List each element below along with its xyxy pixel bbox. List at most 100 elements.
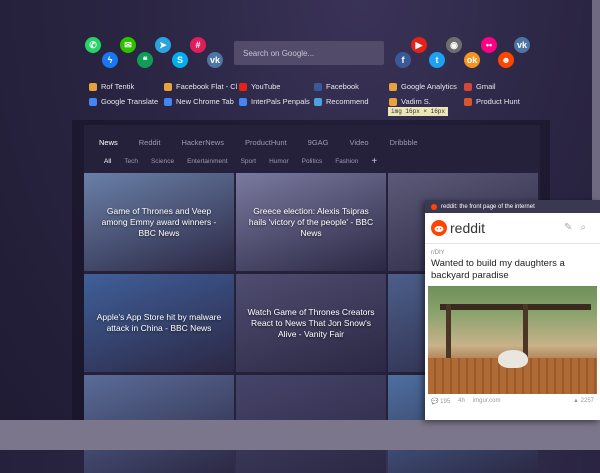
bookmark-item[interactable]: Google Analytics: [389, 82, 457, 91]
bookmark-favicon-icon: [389, 97, 397, 106]
telegram-icon[interactable]: ➤: [155, 37, 171, 53]
bookmark-label: Google Analytics: [401, 82, 457, 91]
popup-window-title: reddit: the front page of the internet: [441, 203, 535, 210]
reddit-alien-icon[interactable]: [431, 220, 447, 236]
tab-news[interactable]: News: [99, 138, 118, 147]
bookmark-item[interactable]: Product Hunt: [464, 97, 520, 106]
youtube-icon[interactable]: ▶: [411, 37, 427, 53]
search-input[interactable]: [234, 41, 384, 65]
source-tabs: News Reddit HackerNews ProductHunt 9GAG Video…: [99, 138, 439, 147]
github-icon[interactable]: ◉: [446, 37, 462, 53]
bookmark-favicon-icon: [389, 82, 397, 91]
news-tile[interactable]: Game of Thrones and Veep among Emmy awar…: [84, 173, 234, 271]
reddit-brand[interactable]: reddit: [450, 220, 485, 236]
hangouts-icon[interactable]: ❝: [137, 52, 153, 68]
tab-video[interactable]: Video: [350, 138, 369, 147]
bookmark-label: Product Hunt: [476, 97, 520, 106]
post-meta: 💬 195 4h imgur.com ▲ 2257: [425, 394, 600, 409]
bookmark-favicon-icon: [89, 97, 97, 106]
news-tile[interactable]: Apple's App Store hit by malware attack …: [84, 274, 234, 372]
facebook-icon[interactable]: f: [395, 52, 411, 68]
tab-producthunt[interactable]: ProductHunt: [245, 138, 287, 147]
news-tile[interactable]: Watch Game of Thrones Creators React to …: [236, 274, 386, 372]
bookmark-item[interactable]: Recommend: [314, 97, 369, 106]
tab-dribbble[interactable]: Dribbble: [390, 138, 418, 147]
subreddit-label[interactable]: r/DIY: [425, 244, 600, 256]
taskbar: [0, 420, 600, 450]
twitter-icon[interactable]: t: [429, 52, 445, 68]
bookmark-item[interactable]: Gmail: [464, 82, 496, 91]
filter-humor[interactable]: Humor: [269, 158, 289, 165]
odnoklassniki-icon[interactable]: ok: [464, 52, 480, 68]
search-box[interactable]: [234, 41, 384, 65]
tab-reddit[interactable]: Reddit: [139, 138, 161, 147]
bookmark-label: Facebook: [326, 82, 359, 91]
vk-icon[interactable]: vk: [514, 37, 530, 53]
bookmark-item[interactable]: Facebook Flat - Cl: [164, 82, 237, 91]
add-filter-button[interactable]: +: [371, 156, 377, 167]
filter-fashion[interactable]: Fashion: [335, 158, 358, 165]
bookmark-favicon-icon: [164, 82, 172, 91]
edit-icon[interactable]: ✎: [564, 222, 580, 233]
tab-hackernews[interactable]: HackerNews: [181, 138, 224, 147]
news-headline: Apple's App Store hit by malware attack …: [96, 312, 222, 333]
bookmark-label: Facebook Flat - Cl: [176, 82, 238, 91]
flickr-icon[interactable]: ••: [481, 37, 497, 53]
bookmark-item[interactable]: Google Translate: [89, 97, 158, 106]
bookmark-label: New Chrome Tab: [176, 97, 234, 106]
size-tooltip: img 16px × 16px: [388, 107, 449, 116]
bookmark-favicon-icon: [464, 82, 472, 91]
bookmark-favicon-icon: [89, 82, 97, 91]
post-image[interactable]: [428, 286, 597, 394]
bookmark-label: Recommend: [326, 97, 369, 106]
news-headline: Watch Game of Thrones Creators React to …: [247, 306, 375, 339]
bookmark-item[interactable]: New Chrome Tab: [164, 97, 234, 106]
post-domain: imgur.com: [472, 398, 501, 404]
wechat-icon[interactable]: ✉: [120, 37, 136, 53]
post-title[interactable]: Wanted to build my daughters a backyard …: [425, 256, 600, 282]
bookmark-favicon-icon: [314, 97, 322, 106]
filter-all[interactable]: All: [104, 158, 111, 165]
bookmark-favicon-icon: [464, 97, 472, 106]
filter-sport[interactable]: Sport: [241, 158, 257, 165]
messenger-icon[interactable]: ϟ: [102, 52, 118, 68]
bookmark-favicon-icon: [239, 97, 247, 106]
filter-tech[interactable]: Tech: [124, 158, 138, 165]
bookmark-item[interactable]: InterPals Penpals: [239, 97, 310, 106]
post-age: 4h: [458, 398, 465, 404]
bookmark-item[interactable]: Facebook: [314, 82, 359, 91]
bookmark-label: Vadim S.: [401, 97, 431, 106]
bookmark-item[interactable]: Rof Tentik: [89, 82, 134, 91]
bookmark-item[interactable]: YouTube: [239, 82, 280, 91]
news-headline: Game of Thrones and Veep among Emmy awar…: [101, 205, 217, 238]
skype-icon[interactable]: S: [172, 52, 188, 68]
filter-entertainment[interactable]: Entertainment: [187, 158, 227, 165]
filter-politics[interactable]: Politics: [302, 158, 323, 165]
bookmark-label: Rof Tentik: [101, 82, 135, 91]
category-filters: All Tech Science Entertainment Sport Humor Pol…: [104, 156, 390, 167]
bookmark-label: Google Translate: [101, 97, 159, 106]
bookmark-label: YouTube: [251, 82, 281, 91]
bookmark-item[interactable]: Vadim S.: [389, 97, 431, 106]
bookmark-label: Gmail: [476, 82, 496, 91]
reddit-icon[interactable]: ☻: [498, 52, 514, 68]
news-headline: Greece election: Alexis Tsipras hails 'v…: [248, 205, 374, 238]
comment-count[interactable]: 💬 195: [431, 398, 450, 405]
news-tile[interactable]: Greece election: Alexis Tsipras hails 'v…: [236, 173, 386, 271]
reddit-popup[interactable]: reddit: the front page of the internet r…: [425, 200, 600, 420]
vk-icon[interactable]: vk: [207, 52, 223, 68]
bookmark-favicon-icon: [239, 82, 247, 91]
bookmark-favicon-icon: [164, 97, 172, 106]
whatsapp-icon[interactable]: ✆: [85, 37, 101, 53]
slack-icon[interactable]: #: [190, 37, 206, 53]
reddit-favicon-icon: [431, 203, 437, 210]
reddit-header: reddit ✎⌕: [425, 213, 600, 244]
popup-titlebar: reddit: the front page of the internet: [425, 200, 600, 213]
bookmark-label: InterPals Penpals: [251, 97, 310, 106]
reddit-toolbar: ✎⌕: [564, 222, 594, 233]
post-score: ▲ 2257: [573, 398, 594, 404]
bookmark-favicon-icon: [314, 82, 322, 91]
tab-9gag[interactable]: 9GAG: [308, 138, 329, 147]
filter-science[interactable]: Science: [151, 158, 174, 165]
search-icon[interactable]: ⌕: [580, 222, 594, 233]
